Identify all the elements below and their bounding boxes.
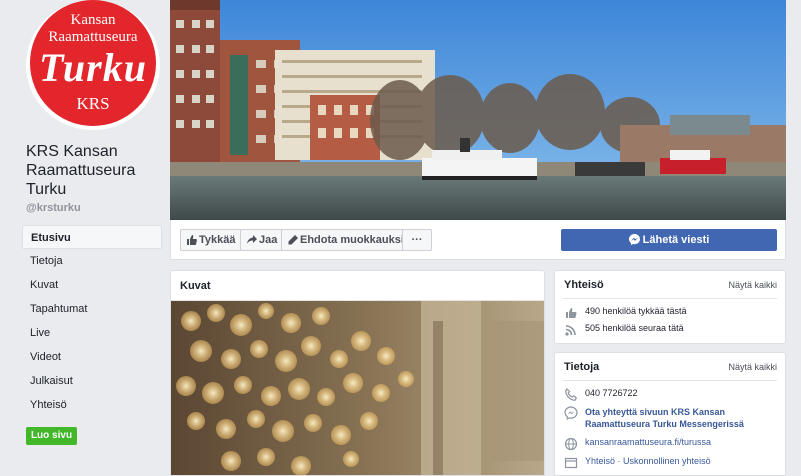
- thumbs-up-icon: [566, 308, 577, 318]
- nav-item-live[interactable]: Live: [22, 321, 162, 345]
- nav-item-etusivu[interactable]: Etusivu: [22, 225, 162, 249]
- page-nav: Etusivu Tietoja Kuvat Tapahtumat Live Vi…: [22, 225, 162, 417]
- community-title[interactable]: Yhteisö: [564, 279, 604, 291]
- phone-number[interactable]: 040 7726722: [585, 388, 638, 398]
- info-card: Tietoja Näytä kaikki 040 7726722 Ota yht…: [554, 352, 786, 476]
- photos-card-title[interactable]: Kuvat: [171, 271, 544, 301]
- page-title[interactable]: KRS Kansan Raamattuseura Turku: [26, 142, 166, 199]
- suggest-edits-label: Ehdota muokkauksia: [300, 234, 411, 246]
- community-see-all-link[interactable]: Näytä kaikki: [728, 280, 777, 290]
- page-action-bar: Tykkää Jaa Ehdota muokkauksia ··· Lähetä…: [170, 220, 786, 260]
- messenger-icon: [564, 406, 578, 420]
- krs-logo: Kansan Raamattuseura Turku KRS: [30, 0, 156, 126]
- info-card-header: Tietoja Näytä kaikki: [563, 353, 777, 381]
- send-message-button[interactable]: Lähetä viesti: [561, 229, 777, 251]
- bokeh-lights-image: [171, 301, 544, 475]
- share-arrow-icon: [247, 235, 257, 244]
- cover-photo-image: [170, 0, 786, 220]
- phone-icon: [565, 388, 578, 401]
- like-button-label: Tykkää: [199, 234, 236, 246]
- create-page-button[interactable]: Luo sivu: [26, 427, 77, 445]
- category-row: Yhteisö · Uskonnollinen yhteisö: [555, 456, 785, 469]
- likes-row: 490 henkilöä tykkää tästä: [555, 306, 785, 318]
- nav-item-kuvat[interactable]: Kuvat: [22, 273, 162, 297]
- photo-thumbnail[interactable]: [171, 301, 544, 475]
- share-button-label: Jaa: [259, 234, 278, 246]
- nav-item-videot[interactable]: Videot: [22, 345, 162, 369]
- like-button[interactable]: Tykkää: [180, 229, 243, 251]
- cover-photo[interactable]: [170, 0, 786, 220]
- logo-text-kansan: Kansan: [70, 12, 116, 28]
- follows-row: 505 henkilöä seuraa tätä: [555, 323, 785, 336]
- globe-icon: [564, 437, 578, 451]
- nav-item-julkaisut[interactable]: Julkaisut: [22, 369, 162, 393]
- community-card-header: Yhteisö Näytä kaikki: [563, 271, 777, 299]
- photos-card: Kuvat: [170, 270, 545, 476]
- logo-text-turku: Turku: [38, 45, 147, 90]
- messenger-icon: [628, 234, 640, 245]
- website-link[interactable]: kansanraamattuseura.fi/turussa: [585, 437, 711, 447]
- follows-count-text: 505 henkilöä seuraa tätä: [585, 323, 684, 333]
- website-row: kansanraamattuseura.fi/turussa: [555, 437, 785, 451]
- phone-row: 040 7726722: [555, 388, 785, 401]
- info-see-all-link[interactable]: Näytä kaikki: [728, 362, 777, 372]
- more-options-button[interactable]: ···: [402, 229, 432, 251]
- tag-icon: [564, 457, 578, 469]
- page-handle[interactable]: @krsturku: [26, 202, 81, 214]
- messenger-contact-link: Ota yhteyttä sivuun KRS Kansan Raamattus…: [585, 407, 744, 429]
- category-text[interactable]: Yhteisö · Uskonnollinen yhteisö: [585, 456, 711, 466]
- pencil-icon: [288, 235, 298, 245]
- left-column: Kansan Raamattuseura Turku KRS KRS Kansa…: [0, 0, 170, 476]
- rss-follow-icon: [565, 325, 576, 336]
- nav-item-tapahtumat[interactable]: Tapahtumat: [22, 297, 162, 321]
- messenger-row[interactable]: Ota yhteyttä sivuun KRS Kansan Raamattus…: [555, 406, 785, 430]
- logo-text-krs: KRS: [76, 94, 110, 113]
- page-profile-picture[interactable]: Kansan Raamattuseura Turku KRS: [26, 0, 160, 130]
- community-card: Yhteisö Näytä kaikki 490 henkilöä tykkää…: [554, 270, 786, 344]
- share-button[interactable]: Jaa: [240, 229, 285, 251]
- likes-count-text: 490 henkilöä tykkää tästä: [585, 306, 687, 316]
- nav-item-yhteiso[interactable]: Yhteisö: [22, 393, 162, 417]
- thumbs-up-icon: [187, 235, 197, 245]
- nav-item-tietoja[interactable]: Tietoja: [22, 249, 162, 273]
- info-title[interactable]: Tietoja: [564, 361, 599, 373]
- send-message-label: Lähetä viesti: [642, 234, 710, 246]
- suggest-edits-button[interactable]: Ehdota muokkauksia: [281, 229, 418, 251]
